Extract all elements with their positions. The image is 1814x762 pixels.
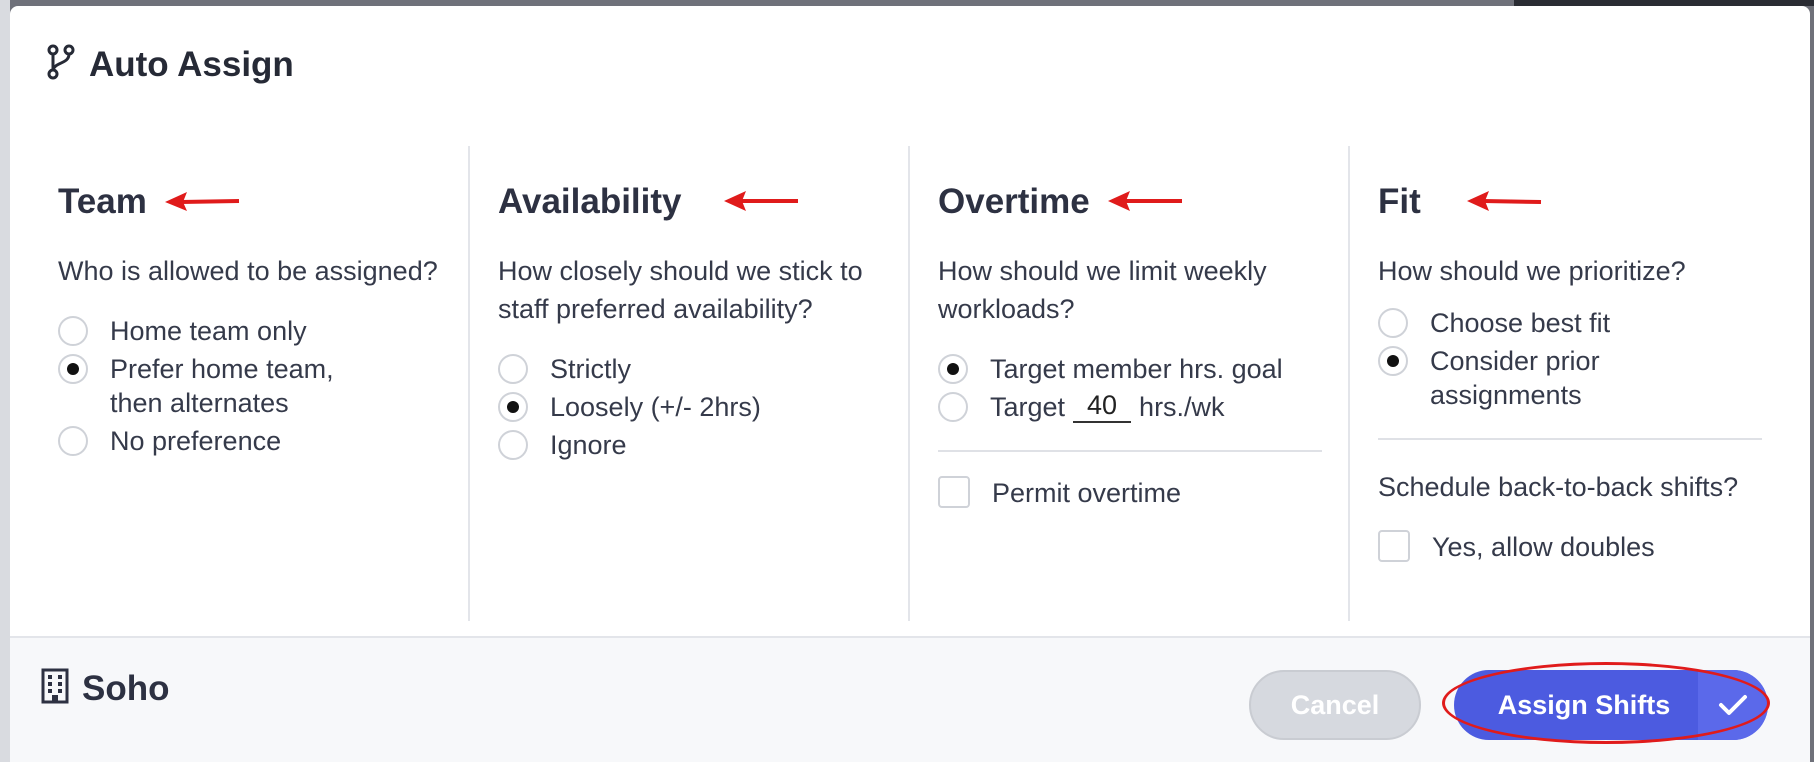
location-indicator: Soho [40, 668, 169, 709]
allow-doubles-checkbox[interactable] [1378, 530, 1410, 562]
option-label-before: Target [990, 392, 1066, 422]
availability-section: Availability How closely should we stick… [470, 146, 910, 621]
availability-heading: Availability [498, 182, 682, 221]
settings-columns: Team Who is allowed to be assigned? Home… [10, 146, 1810, 621]
radio-button-checked[interactable] [1378, 346, 1408, 376]
annotation-arrow-icon [1107, 182, 1184, 222]
radio-button[interactable] [58, 426, 88, 456]
availability-option-strictly[interactable]: Strictly [498, 352, 908, 386]
overtime-heading: Overtime [938, 182, 1090, 221]
team-section: Team Who is allowed to be assigned? Home… [10, 146, 470, 621]
annotation-arrow-icon [164, 182, 241, 222]
radio-button-checked[interactable] [58, 354, 88, 384]
location-name: Soho [82, 668, 170, 708]
annotation-arrow-icon [1466, 182, 1543, 222]
branch-icon [47, 44, 75, 85]
cancel-button[interactable]: Cancel [1249, 670, 1421, 740]
team-option-home-only[interactable]: Home team only [58, 314, 468, 348]
auto-assign-dialog: Auto Assign Team Who is allowed to be as… [10, 6, 1810, 762]
overtime-question: How should we limit weekly workloads? [938, 256, 1267, 324]
team-option-no-preference[interactable]: No preference [58, 424, 468, 458]
allow-doubles-option[interactable]: Yes, allow doubles [1378, 530, 1810, 564]
target-hours-input[interactable] [1073, 390, 1132, 423]
option-label: Consider prior assignments [1430, 346, 1600, 410]
dialog-footer: Soho Cancel Assign Shifts [10, 636, 1810, 762]
fit-question: How should we prioritize? [1378, 256, 1686, 286]
fit-options: Choose best fit Consider prior assignmen… [1378, 306, 1810, 412]
fit-section: Fit How should we prioritize? Choose bes… [1350, 146, 1810, 621]
option-label: Permit overtime [992, 478, 1182, 508]
doubles-question: Schedule back-to-back shifts? [1378, 472, 1739, 502]
availability-option-ignore[interactable]: Ignore [498, 428, 908, 462]
overtime-option-target-hours[interactable]: Target hrs./wk [938, 390, 1348, 424]
radio-button[interactable] [498, 430, 528, 460]
team-option-prefer-home[interactable]: Prefer home team, then alternates [58, 352, 468, 420]
radio-button[interactable] [938, 392, 968, 422]
annotation-arrow-icon [723, 182, 800, 222]
radio-button[interactable] [1378, 308, 1408, 338]
team-question: Who is allowed to be assigned? [58, 256, 438, 286]
overtime-option-member-goal[interactable]: Target member hrs. goal [938, 352, 1348, 386]
fit-option-best-fit[interactable]: Choose best fit [1378, 306, 1810, 340]
availability-options: Strictly Loosely (+/- 2hrs) Ignore [498, 352, 908, 462]
availability-option-loosely[interactable]: Loosely (+/- 2hrs) [498, 390, 908, 424]
radio-button-checked[interactable] [938, 354, 968, 384]
permit-overtime-checkbox[interactable] [938, 476, 970, 508]
overtime-section: Overtime How should we limit weekly work… [910, 146, 1350, 621]
team-options: Home team only Prefer home team, then al… [58, 314, 468, 458]
assign-shifts-label: Assign Shifts [1497, 689, 1671, 720]
option-label: Strictly [550, 354, 631, 384]
option-label: Loosely (+/- 2hrs) [550, 392, 761, 422]
dialog-title: Auto Assign [89, 44, 294, 84]
availability-question: How closely should we stick to staff pre… [498, 256, 863, 324]
option-label: No preference [110, 426, 282, 456]
fit-option-prior-assignments[interactable]: Consider prior assignments [1378, 344, 1810, 412]
option-label: Target member hrs. goal [990, 354, 1283, 384]
option-label: Prefer home team, then alternates [110, 354, 334, 418]
option-label: Yes, allow doubles [1432, 532, 1655, 562]
radio-button-checked[interactable] [498, 392, 528, 422]
overtime-options: Target member hrs. goal Target hrs./wk [938, 352, 1348, 424]
option-label-after: hrs./wk [1139, 392, 1225, 422]
team-heading: Team [58, 182, 147, 221]
fit-heading: Fit [1378, 182, 1421, 221]
divider [1378, 438, 1762, 440]
radio-button[interactable] [498, 354, 528, 384]
permit-overtime-option[interactable]: Permit overtime [938, 476, 1348, 510]
option-label: Ignore [550, 430, 627, 460]
building-icon [40, 668, 70, 709]
checkmark-icon [1698, 670, 1768, 740]
radio-button[interactable] [58, 316, 88, 346]
divider [938, 450, 1322, 452]
backdrop [0, 0, 10, 762]
option-label: Choose best fit [1430, 308, 1611, 338]
assign-shifts-button[interactable]: Assign Shifts [1454, 670, 1768, 740]
option-label: Home team only [110, 316, 307, 346]
dialog-header: Auto Assign [47, 44, 294, 85]
